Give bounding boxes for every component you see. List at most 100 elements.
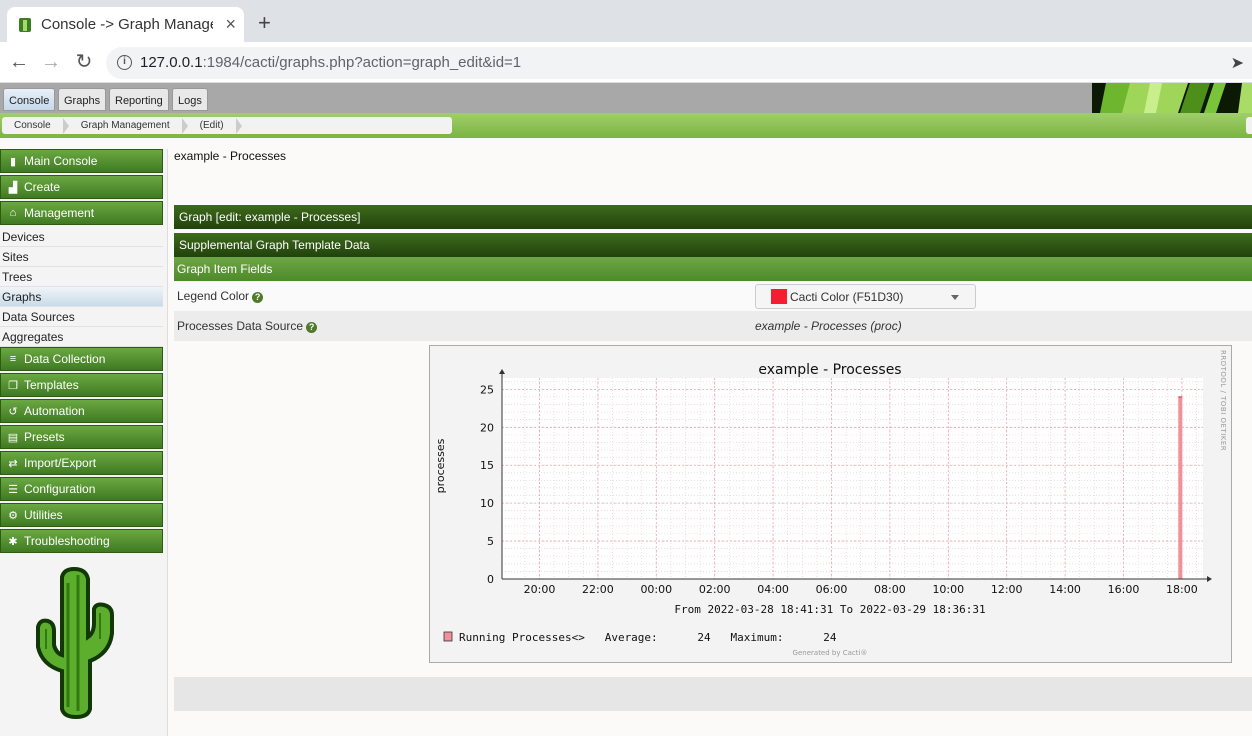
graph-item-fields-header: Graph Item Fields (174, 257, 1252, 281)
data-source-label: Processes Data Source (177, 319, 304, 333)
sidebar-item-troubleshooting[interactable]: ✱ Troubleshooting (0, 529, 163, 553)
x-tick-label: 14:00 (1049, 583, 1081, 596)
rrd-chart: example - Processes processes RRDTOOL / … (434, 350, 1227, 657)
x-tick-label: 00:00 (640, 583, 672, 596)
new-tab-icon[interactable]: + (258, 10, 271, 36)
y-axis-arrow (499, 369, 505, 374)
browser-tab-title: Console -> Graph Management (41, 16, 213, 33)
url-field[interactable]: i 127.0.0.1:1984/cacti/graphs.php?action… (106, 47, 1252, 79)
chart-period: From 2022-03-28 18:41:31 To 2022-03-29 1… (674, 603, 985, 616)
breadcrumb-edit: (Edit) (199, 120, 224, 131)
sidebar-item-main-console[interactable]: ▮ Main Console (0, 149, 163, 173)
sidebar-item-label: Management (24, 206, 95, 220)
browser-tab-strip: Console -> Graph Management × + (0, 0, 1252, 42)
archive-icon: ▤ (7, 431, 19, 444)
chart-ylabel: processes (434, 438, 447, 493)
sliders-icon: ☰ (8, 483, 18, 496)
sidebar-item-graphs[interactable]: Graphs (0, 287, 163, 307)
forward-icon[interactable]: → (40, 51, 62, 73)
site-info-icon[interactable]: i (117, 55, 132, 70)
copy-icon: ❐ (8, 379, 18, 392)
close-tab-icon[interactable]: × (225, 15, 236, 33)
x-tick-label: 10:00 (932, 583, 964, 596)
y-tick-label: 10 (480, 497, 494, 510)
legend-color-select[interactable]: Cacti Color (F51D30) (755, 284, 976, 309)
exchange-icon: ⇄ (8, 457, 18, 470)
help-icon[interactable]: ? (252, 292, 264, 303)
map-icon: ▮ (9, 155, 17, 168)
sidebar: ▮ Main Console ▟ Create ⌂ Management Device… (0, 149, 168, 736)
tab-graphs[interactable]: Graphs (58, 88, 107, 111)
reload-icon[interactable]: ↻ (73, 51, 95, 73)
tab-reporting[interactable]: Reporting (109, 88, 169, 111)
sidebar-item-management[interactable]: ⌂ Management (0, 201, 163, 225)
chart-watermark: RRDTOOL / TOBI OETIKER (1219, 350, 1227, 451)
y-tick-label: 25 (480, 383, 494, 396)
sidebar-item-label: Create (24, 180, 61, 194)
x-tick-label: 02:00 (699, 583, 731, 596)
sidebar-item-automation[interactable]: ↺ Automation (0, 399, 163, 423)
chart-legend: Running Processes<> Average: 24 Maximum:… (459, 631, 837, 644)
tab-logs[interactable]: Logs (172, 88, 208, 111)
main-content: example - Processes Graph [edit: example… (174, 145, 1252, 711)
browser-tab[interactable]: Console -> Graph Management × (7, 7, 244, 42)
sidebar-item-label: Import/Export (24, 456, 97, 470)
legend-color-label: Legend Color (177, 289, 250, 303)
database-icon: ≡ (9, 353, 17, 365)
data-source-row: Processes Data Source? example - Process… (174, 311, 1252, 341)
sidebar-item-create[interactable]: ▟ Create (0, 175, 163, 199)
send-icon[interactable]: ➤ (1231, 53, 1244, 73)
sidebar-item-templates[interactable]: ❐ Templates (0, 373, 163, 397)
sidebar-item-devices[interactable]: Devices (0, 227, 163, 247)
sidebar-item-data-sources[interactable]: Data Sources (0, 307, 163, 327)
sidebar-item-utilities[interactable]: ⚙ Utilities (0, 503, 163, 527)
cogs-icon: ⚙ (8, 509, 18, 522)
data-source-value: example - Processes (proc) (755, 319, 902, 333)
sidebar-item-label: Templates (24, 378, 79, 392)
cacti-banner-logo (1092, 83, 1252, 113)
url-path: :1984/cacti/graphs.php?action=graph_edit… (202, 54, 522, 71)
bug-icon: ✱ (8, 535, 18, 548)
back-icon[interactable]: ← (8, 51, 30, 73)
sidebar-item-label: Main Console (24, 154, 98, 168)
legend-color-value: Cacti Color (F51D30) (790, 290, 904, 304)
help-icon[interactable]: ? (306, 322, 318, 333)
sidebar-item-label: Automation (24, 404, 85, 418)
x-tick-label: 12:00 (991, 583, 1023, 596)
graph-image[interactable]: example - Processes processes RRDTOOL / … (429, 345, 1232, 663)
chart-icon: ▟ (8, 181, 18, 194)
home-icon: ⌂ (9, 207, 17, 219)
sidebar-item-data-collection[interactable]: ≡ Data Collection (0, 347, 163, 371)
x-tick-label: 20:00 (524, 583, 556, 596)
sidebar-item-label: Data Collection (24, 352, 106, 366)
refresh-icon: ↺ (8, 405, 18, 418)
sidebar-item-presets[interactable]: ▤ Presets (0, 425, 163, 449)
chart-title: example - Processes (758, 362, 901, 378)
data-bar (1178, 396, 1183, 579)
y-tick-label: 15 (480, 459, 494, 472)
cacti-favicon-icon (19, 17, 31, 32)
chart-generated-note: Generated by Cacti® (793, 649, 868, 657)
address-bar-row: ← → ↻ i 127.0.0.1:1984/cacti/graphs.php?… (0, 42, 1252, 83)
breadcrumb-separator (235, 117, 242, 134)
x-tick-label: 18:00 (1166, 583, 1198, 596)
x-tick-label: 08:00 (874, 583, 906, 596)
sidebar-item-trees[interactable]: Trees (0, 267, 163, 287)
breadcrumb-bar: Console Graph Management (Edit) (0, 113, 1252, 138)
url-host: 127.0.0.1 (140, 54, 203, 71)
form-footer (174, 677, 1252, 711)
sidebar-item-configuration[interactable]: ☰ Configuration (0, 477, 163, 501)
sidebar-item-label: Presets (24, 430, 65, 444)
x-tick-label: 06:00 (816, 583, 848, 596)
chevron-down-icon (951, 295, 959, 300)
y-tick-label: 0 (487, 573, 494, 586)
color-swatch (771, 289, 787, 304)
sidebar-item-aggregates[interactable]: Aggregates (0, 327, 163, 347)
cacti-mascot-logo (36, 567, 114, 719)
tab-console[interactable]: Console (3, 88, 56, 111)
sidebar-item-sites[interactable]: Sites (0, 247, 163, 267)
breadcrumb-graph-management[interactable]: Graph Management (69, 120, 182, 131)
sidebar-item-import-export[interactable]: ⇄ Import/Export (0, 451, 163, 475)
breadcrumb-right-edge (1246, 117, 1252, 134)
breadcrumb-console[interactable]: Console (2, 120, 63, 131)
